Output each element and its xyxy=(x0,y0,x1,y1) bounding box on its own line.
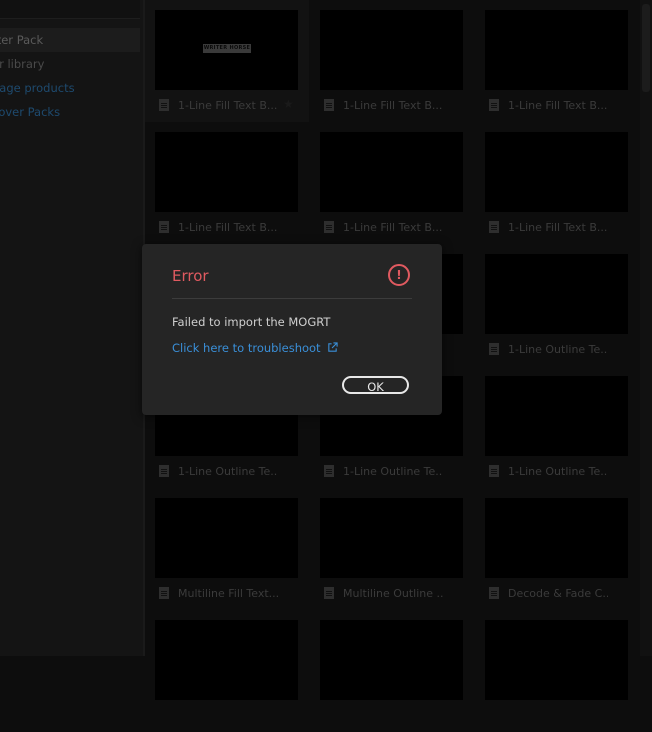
template-card[interactable]: 1-Line Outline Te... xyxy=(475,244,639,366)
error-icon: ! xyxy=(388,264,410,286)
sidebar-item-discover-packs[interactable]: cover Packs xyxy=(0,100,140,124)
template-card[interactable] xyxy=(310,610,474,732)
template-card[interactable] xyxy=(145,610,309,732)
template-card[interactable]: 1-Line Fill Text B... xyxy=(310,122,474,244)
template-label: 1-Line Fill Text B... xyxy=(508,221,608,234)
template-thumbnail: WRITER HORSE xyxy=(155,10,298,90)
file-icon xyxy=(159,99,169,111)
template-thumbnail xyxy=(155,132,298,212)
scrollbar-track[interactable] xyxy=(640,0,652,656)
sidebar-header xyxy=(0,0,140,19)
file-icon xyxy=(324,221,334,233)
template-thumbnail xyxy=(485,498,628,578)
template-card[interactable]: WRITER HORSE 1-Line Fill Text B... ★ xyxy=(145,0,309,122)
file-icon xyxy=(489,221,499,233)
template-label: 1-Line Outline Te... xyxy=(343,465,443,478)
sidebar-item-library[interactable]: er library xyxy=(0,52,140,76)
dialog-message: Failed to import the MOGRT xyxy=(172,315,331,329)
sidebar-item-manage-products[interactable]: nage products xyxy=(0,76,140,100)
template-thumbnail xyxy=(320,10,463,90)
template-thumbnail xyxy=(485,376,628,456)
error-dialog: Error ! Failed to import the MOGRT Click… xyxy=(142,244,442,415)
file-icon xyxy=(489,343,499,355)
file-icon xyxy=(489,587,499,599)
dialog-divider xyxy=(172,298,412,299)
file-icon xyxy=(489,465,499,477)
template-label: Multiline Outline ... xyxy=(343,587,443,600)
template-label: 1-Line Outline Te... xyxy=(508,465,608,478)
template-thumbnail xyxy=(485,620,628,700)
template-thumbnail xyxy=(485,10,628,90)
template-card[interactable]: 1-Line Fill Text B... xyxy=(475,122,639,244)
template-label: 1-Line Outline Te... xyxy=(178,465,278,478)
template-thumbnail xyxy=(320,132,463,212)
template-card[interactable]: Multiline Fill Text... xyxy=(145,488,309,610)
template-thumbnail xyxy=(485,254,628,334)
template-thumbnail xyxy=(155,620,298,700)
template-card[interactable]: Decode & Fade C... xyxy=(475,488,639,610)
template-thumbnail xyxy=(320,620,463,700)
template-thumbnail xyxy=(155,498,298,578)
template-label: Decode & Fade C... xyxy=(508,587,608,600)
template-card[interactable]: Multiline Outline ... xyxy=(310,488,474,610)
template-card[interactable] xyxy=(475,610,639,732)
template-label: 1-Line Fill Text B... xyxy=(343,221,443,234)
dialog-title: Error xyxy=(172,267,209,285)
troubleshoot-link-label: Click here to troubleshoot xyxy=(172,341,321,355)
file-icon xyxy=(159,221,169,233)
template-label: 1-Line Fill Text B... xyxy=(508,99,608,112)
template-label: 1-Line Fill Text B... xyxy=(178,221,278,234)
troubleshoot-link[interactable]: Click here to troubleshoot xyxy=(172,341,338,355)
template-label: Multiline Fill Text... xyxy=(178,587,278,600)
external-link-icon xyxy=(328,342,338,352)
template-thumbnail xyxy=(485,132,628,212)
scrollbar-thumb[interactable] xyxy=(642,4,650,92)
file-icon xyxy=(324,99,334,111)
template-card[interactable]: 1-Line Outline Te... xyxy=(475,366,639,488)
star-icon[interactable]: ★ xyxy=(283,97,294,111)
file-icon xyxy=(324,587,334,599)
template-card[interactable]: 1-Line Fill Text B... xyxy=(310,0,474,122)
file-icon xyxy=(324,465,334,477)
template-label: 1-Line Fill Text B... xyxy=(178,99,278,112)
template-label: 1-Line Fill Text B... xyxy=(343,99,443,112)
sidebar: rter Pack er library nage products cover… xyxy=(0,0,143,656)
file-icon xyxy=(159,587,169,599)
file-icon xyxy=(489,99,499,111)
template-card[interactable]: 1-Line Fill Text B... xyxy=(475,0,639,122)
template-label: 1-Line Outline Te... xyxy=(508,343,608,356)
watermark: WRITER HORSE xyxy=(203,44,251,53)
sidebar-item-starter-pack[interactable]: rter Pack xyxy=(0,28,140,52)
ok-button[interactable]: OK xyxy=(342,376,409,394)
template-card[interactable]: 1-Line Fill Text B... xyxy=(145,122,309,244)
file-icon xyxy=(159,465,169,477)
template-thumbnail xyxy=(320,498,463,578)
